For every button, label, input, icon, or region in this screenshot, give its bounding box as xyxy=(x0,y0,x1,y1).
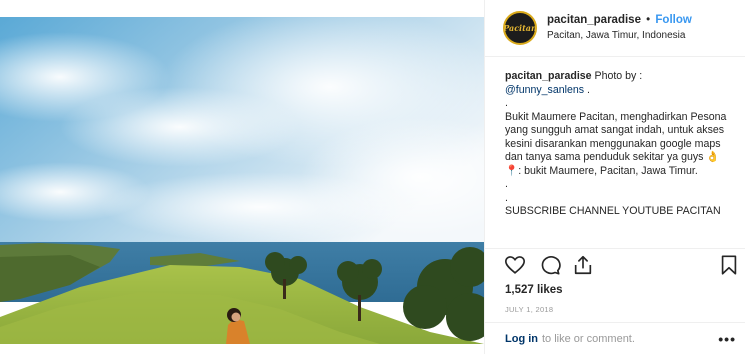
post-actions xyxy=(503,253,743,279)
header-separator: • xyxy=(646,14,651,26)
caption-body: . Bukit Maumere Pacitan, menghadirkan Pe… xyxy=(505,97,727,217)
more-options-button[interactable]: ••• xyxy=(718,331,736,347)
header-top-row: pacitan_paradise • Follow xyxy=(547,13,692,28)
post-photo[interactable] xyxy=(0,17,484,344)
likes-count[interactable]: 1,527 likes xyxy=(505,284,563,296)
comment-button[interactable] xyxy=(538,253,562,277)
comment-icon xyxy=(541,256,561,275)
location-link[interactable]: Pacitan, Jawa Timur, Indonesia xyxy=(547,28,692,43)
actions-divider xyxy=(485,248,745,249)
instagram-post: Pacitan pacitan_paradise • Follow Pacita… xyxy=(0,0,745,354)
caption-mention-suffix: . xyxy=(584,83,590,96)
username-link[interactable]: pacitan_paradise xyxy=(547,14,641,26)
caption-username[interactable]: pacitan_paradise xyxy=(505,70,592,82)
comment-bar: Log in to like or comment. ••• xyxy=(485,322,745,354)
comment-prompt: to like or comment. xyxy=(542,332,635,345)
share-button[interactable] xyxy=(571,253,595,277)
login-link[interactable]: Log in xyxy=(505,333,538,345)
share-icon xyxy=(574,255,592,275)
like-button[interactable] xyxy=(503,253,527,277)
header-text: pacitan_paradise • Follow Pacitan, Jawa … xyxy=(547,13,692,43)
post-side-panel: Pacitan pacitan_paradise • Follow Pacita… xyxy=(484,0,745,354)
avatar-logo-text: Pacitan xyxy=(503,23,537,33)
avatar[interactable]: Pacitan xyxy=(503,11,537,45)
bookmark-icon xyxy=(721,255,737,275)
follow-button[interactable]: Follow xyxy=(655,14,691,26)
post-date[interactable]: JULY 1, 2018 xyxy=(505,305,553,314)
caption-mention[interactable]: @funny_sanlens xyxy=(505,84,584,96)
heart-icon xyxy=(505,256,525,274)
post-caption: pacitan_paradise Photo by : @funny_sanle… xyxy=(505,70,727,248)
post-header: Pacitan pacitan_paradise • Follow Pacita… xyxy=(485,0,745,57)
caption-text: pacitan_paradise Photo by : @funny_sanle… xyxy=(505,70,727,219)
save-button[interactable] xyxy=(717,253,741,277)
caption-lead: Photo by : xyxy=(591,70,643,82)
photo-landscape xyxy=(0,17,484,344)
